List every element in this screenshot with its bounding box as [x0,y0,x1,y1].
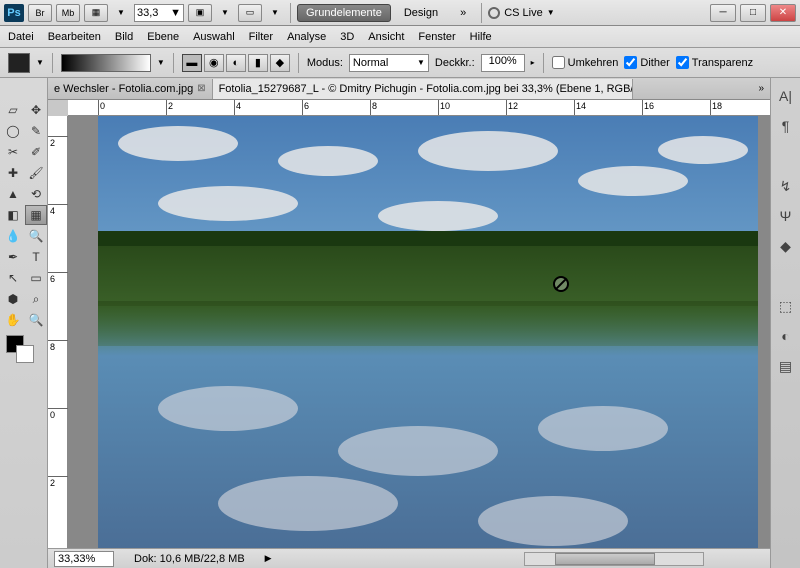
maximize-button[interactable]: □ [740,4,766,22]
status-zoom[interactable]: 33,33% [54,551,114,567]
dodge-tool[interactable]: 🔍 [25,226,47,246]
zoom-dropdown[interactable]: 33,3▼ [134,4,184,22]
screenmode-dropdown[interactable]: ▼ [266,4,284,22]
paragraph-panel-icon[interactable]: ¶ [776,116,796,136]
bridge-button[interactable]: Br [28,4,52,22]
gradient-angle[interactable]: ◐ [226,54,246,72]
quickselect-tool[interactable]: ✎ [25,121,47,141]
menu-fenster[interactable]: Fenster [418,31,455,43]
gradient-preview[interactable] [61,54,151,72]
close-button[interactable]: ✕ [770,4,796,22]
ps-logo: Ps [4,4,24,22]
status-docsize: Dok: 10,6 MB/22,8 MB [134,553,245,565]
close-icon[interactable]: ⊠ [197,83,205,94]
history-panel-icon[interactable]: ↯ [776,176,796,196]
3d-tool[interactable]: ⬢ [2,289,24,309]
viewmode-dropdown[interactable]: ▼ [112,4,130,22]
menu-3d[interactable]: 3D [340,31,354,43]
scrollbar-horizontal[interactable] [524,552,704,566]
gradient-linear[interactable]: ▬ [182,54,202,72]
history-tool[interactable]: ⟲ [25,184,47,204]
gradient-tool[interactable]: ▦ [25,205,47,225]
background-color[interactable] [16,345,34,363]
viewmode-button[interactable]: ▦ [84,4,108,22]
screenmode-button[interactable]: ▭ [238,4,262,22]
panel-dock: A| ¶ ↯ Ψ ◆ ⬚ ◐ ▤ [770,78,800,568]
shape-tool[interactable]: ▭ [25,268,47,288]
menubar: Datei Bearbeiten Bild Ebene Auswahl Filt… [0,26,800,48]
brushes-panel-icon[interactable]: Ψ [776,206,796,226]
cslive-icon [488,7,500,19]
ruler-horizontal[interactable]: 024681012141618 [68,100,770,116]
brush-tool[interactable]: 🖌 [25,163,47,183]
menu-bild[interactable]: Bild [115,31,133,43]
workspace-essentials[interactable]: Grundelemente [297,4,391,22]
tab-1[interactable]: e Wechsler - Fotolia.com.jpg⊠ [48,79,213,99]
eraser-tool[interactable]: ◧ [2,205,24,225]
mode-label: Modus: [307,57,343,69]
titlebar: Ps Br Mb ▦ ▼ 33,3▼ ▣ ▼ ▭ ▼ Grundelemente… [0,0,800,26]
cs-live[interactable]: CS Live▼ [488,7,554,19]
gradient-radial[interactable]: ◉ [204,54,224,72]
navigator-panel-icon[interactable]: ⬚ [776,296,796,316]
path-tool[interactable]: ↖ [2,268,24,288]
mode-dropdown[interactable]: Normal▼ [349,54,429,72]
type-tool[interactable]: T [25,247,47,267]
menu-auswahl[interactable]: Auswahl [193,31,235,43]
layers-panel-icon[interactable]: ▤ [776,356,796,376]
options-bar: ▼ ▼ ▬ ◉ ◐ ▮ ◆ Modus: Normal▼ Deckkr.: 10… [0,48,800,78]
lasso-tool[interactable]: ◯ [2,121,24,141]
menu-bearbeiten[interactable]: Bearbeiten [48,31,101,43]
tab-2[interactable]: Fotolia_15279687_L - © Dmitry Pichugin -… [213,79,633,99]
color-swatches[interactable] [2,335,47,367]
minibridge-button[interactable]: Mb [56,4,80,22]
workspace-design[interactable]: Design [395,4,447,22]
info-panel-icon[interactable]: ◐ [776,326,796,346]
canvas[interactable] [68,116,770,568]
menu-hilfe[interactable]: Hilfe [470,31,492,43]
blur-tool[interactable]: 💧 [2,226,24,246]
toolbar: ▱✥ ◯✎ ✂✐ ✚🖌 ▲⟲ ◧▦ 💧🔍 ✒T ↖▭ ⬢⌕ ✋🔍 [0,78,48,568]
scrollbar-thumb[interactable] [555,553,655,565]
crop-tool[interactable]: ✂ [2,142,24,162]
minimize-button[interactable]: ─ [710,4,736,22]
document-image [98,116,758,556]
tab-scroll[interactable]: » [752,83,770,94]
gradient-reflected[interactable]: ▮ [248,54,268,72]
document-tabs: e Wechsler - Fotolia.com.jpg⊠ Fotolia_15… [48,78,770,100]
opacity-input[interactable]: 100% [481,54,525,72]
menu-filter[interactable]: Filter [249,31,273,43]
menu-analyse[interactable]: Analyse [287,31,326,43]
gradient-diamond[interactable]: ◆ [270,54,290,72]
clonesrc-panel-icon[interactable]: ◆ [776,236,796,256]
menu-ansicht[interactable]: Ansicht [368,31,404,43]
move-arrow-tool[interactable]: ✥ [25,100,47,120]
workspace-more[interactable]: » [451,4,475,22]
opacity-label: Deckkr.: [435,57,475,69]
zoom-tool[interactable]: 🔍 [25,310,47,330]
transparency-checkbox[interactable]: Transparenz [676,56,753,69]
reverse-checkbox[interactable]: Umkehren [552,56,619,69]
eyedropper-tool[interactable]: ✐ [25,142,47,162]
arrange-button[interactable]: ▣ [188,4,212,22]
arrange-dropdown[interactable]: ▼ [216,4,234,22]
pen-tool[interactable]: ✒ [2,247,24,267]
tool-preset[interactable] [8,53,30,73]
move-tool[interactable]: ▱ [2,100,24,120]
3dcam-tool[interactable]: ⌕ [25,289,47,309]
menu-datei[interactable]: Datei [8,31,34,43]
dither-checkbox[interactable]: Dither [624,56,669,69]
hand-tool[interactable]: ✋ [2,310,24,330]
stamp-tool[interactable]: ▲ [2,184,24,204]
character-panel-icon[interactable]: A| [776,86,796,106]
status-bar: 33,33% Dok: 10,6 MB/22,8 MB▶ [48,548,770,568]
ruler-vertical[interactable]: 246802 [48,116,68,568]
healing-tool[interactable]: ✚ [2,163,24,183]
menu-ebene[interactable]: Ebene [147,31,179,43]
not-allowed-cursor-icon [553,276,569,292]
